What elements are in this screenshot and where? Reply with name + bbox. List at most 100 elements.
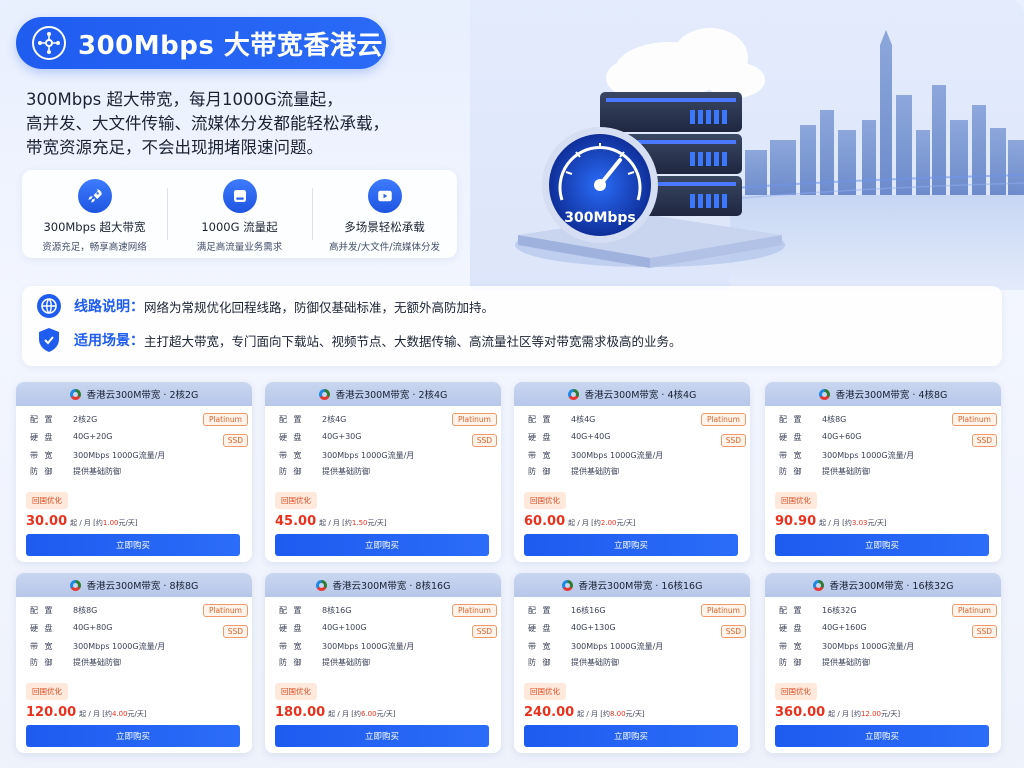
product-card: 香港云300M带宽 · 2核2G Platinum SSD 配 置 2核2G 硬 盘 40G… — [16, 382, 252, 562]
spec-label: 配 置 — [779, 415, 804, 424]
daily-suffix: 元/天] — [867, 519, 887, 527]
buy-button[interactable]: 立即购买 — [275, 534, 489, 556]
spec-label: 防 御 — [528, 658, 553, 667]
spec-label: 硬 盘 — [30, 624, 55, 633]
buy-button[interactable]: 立即购买 — [775, 534, 989, 556]
spec-value: 40G+40G — [571, 432, 611, 441]
spec-label: 配 置 — [779, 606, 804, 615]
product-card: 香港云300M带宽 · 8核16G Platinum SSD 配 置 8核16G 硬 盘 4… — [265, 573, 501, 753]
spec-label: 配 置 — [528, 415, 553, 424]
intro-line: 300Mbps 超大带宽，每月1000G流量起， — [26, 90, 343, 109]
spec-bandwidth: 带 宽 300Mbps 1000G流量/月 — [779, 450, 914, 461]
route-tag: 回国优化 — [524, 492, 566, 509]
spec-defense: 防 御 提供基础防御 — [30, 657, 121, 668]
spec-label: 配 置 — [279, 606, 304, 615]
spec-bandwidth: 带 宽 300Mbps 1000G流量/月 — [779, 641, 914, 652]
spec-value: 提供基础防御 — [571, 467, 619, 476]
spec-value: 提供基础防御 — [571, 658, 619, 667]
spec-label: 防 御 — [779, 658, 804, 667]
spec-label: 带 宽 — [279, 642, 304, 651]
page: 300Mbps 大带宽香港云 300Mbps 超大带宽，每月1000G流量起， … — [0, 0, 1024, 768]
price-value: 90.90 — [775, 514, 817, 529]
daily-suffix: 元/天] — [616, 519, 636, 527]
buy-button[interactable]: 立即购买 — [26, 725, 240, 747]
route-tag: 回国优化 — [775, 492, 817, 509]
spec-value: 16核32G — [822, 606, 857, 615]
daily-prefix: [约 — [851, 710, 861, 718]
spec-config: 配 置 8核8G — [30, 605, 97, 616]
product-name: 香港云300M带宽 · 4核8G — [835, 390, 948, 401]
info-panel: 线路说明： 网络为常规优化回程线路，防御仅基础标准，无额外高防加持。 适用场景：… — [22, 286, 1002, 366]
feature-subtitle: 满足高流量业务需求 — [196, 242, 283, 253]
rocket-icon — [77, 179, 112, 213]
ssd-badge: SSD — [222, 625, 248, 638]
spec-value: 4核4G — [571, 415, 596, 424]
product-card: 香港云300M带宽 · 4核8G Platinum SSD 配 置 4核8G 硬 盘 40G… — [765, 382, 1001, 562]
ssd-badge: SSD — [971, 625, 997, 638]
ssd-badge: SSD — [471, 434, 497, 447]
price-row: 120.00 起 / 月 [约4.00元/天] — [26, 705, 147, 720]
ssd-badge: SSD — [471, 625, 497, 638]
buy-button[interactable]: 立即购买 — [524, 534, 738, 556]
daily-value: 1.50 — [351, 519, 368, 527]
daily-price: [约4.00元/天] — [100, 709, 146, 719]
disk-icon — [222, 179, 257, 213]
spec-label: 带 宽 — [528, 451, 553, 460]
product-name: 香港云300M带宽 · 8核16G — [332, 581, 451, 592]
spec-value: 2核4G — [322, 415, 347, 424]
spec-disk: 硬 盘 40G+60G — [779, 432, 861, 443]
buy-button[interactable]: 立即购买 — [775, 725, 989, 747]
daily-value: 2.00 — [600, 519, 617, 527]
daily-prefix: [约 — [342, 519, 352, 527]
spec-bandwidth: 带 宽 300Mbps 1000G流量/月 — [279, 450, 414, 461]
buy-button[interactable]: 立即购买 — [275, 725, 489, 747]
spec-value: 40G+80G — [73, 623, 113, 632]
buy-button[interactable]: 立即购买 — [524, 725, 738, 747]
spec-value: 300Mbps 1000G流量/月 — [73, 642, 166, 651]
hero-illustration: 300Mbps — [470, 0, 1024, 290]
card-header: 香港云300M带宽 · 2核4G — [265, 382, 501, 406]
product-name: 香港云300M带宽 · 8核8G — [86, 581, 199, 592]
spec-label: 硬 盘 — [30, 433, 55, 442]
spec-label: 防 御 — [30, 467, 55, 476]
price-unit: 起 / 月 — [319, 519, 340, 527]
spec-config: 配 置 2核4G — [279, 414, 346, 425]
intro-text: 300Mbps 超大带宽，每月1000G流量起， 高并发、大文件传输、流媒体分发… — [26, 88, 446, 160]
daily-prefix: [约 — [842, 519, 852, 527]
scene-info-label: 适用场景： — [74, 333, 144, 349]
line-info-label: 线路说明： — [74, 299, 144, 315]
daily-prefix: [约 — [102, 710, 112, 718]
spec-value: 2核2G — [73, 415, 98, 424]
daily-suffix: 元/天] — [881, 710, 901, 718]
spec-disk: 硬 盘 40G+20G — [30, 432, 112, 443]
price-value: 30.00 — [26, 514, 68, 529]
card-header: 香港云300M带宽 · 16核32G — [765, 573, 1001, 597]
card-header: 香港云300M带宽 · 8核8G — [16, 573, 252, 597]
daily-suffix: 元/天] — [625, 710, 645, 718]
spec-label: 硬 盘 — [528, 433, 553, 442]
spec-disk: 硬 盘 40G+30G — [279, 432, 361, 443]
route-tag: 回国优化 — [26, 683, 68, 700]
buy-button[interactable]: 立即购买 — [26, 534, 240, 556]
brand-logo-icon — [69, 579, 81, 591]
spec-value: 300Mbps 1000G流量/月 — [322, 451, 415, 460]
price-value: 240.00 — [524, 705, 575, 720]
spec-label: 防 御 — [528, 467, 553, 476]
spec-label: 配 置 — [30, 415, 55, 424]
spec-label: 带 宽 — [779, 451, 804, 460]
daily-price: [约12.00元/天] — [849, 709, 900, 719]
page-title: 300Mbps 大带宽香港云 — [78, 30, 383, 61]
feature-subtitle: 高并发/大文件/流媒体分发 — [329, 242, 440, 253]
spec-value: 300Mbps 1000G流量/月 — [571, 642, 664, 651]
daily-price: [约3.03元/天] — [840, 518, 887, 528]
route-tag: 回国优化 — [775, 683, 817, 700]
spec-label: 配 置 — [528, 606, 553, 615]
product-name: 香港云300M带宽 · 16核16G — [578, 581, 703, 592]
spec-value: 4核8G — [822, 415, 847, 424]
price-unit: 起 / 月 — [70, 519, 91, 527]
spec-defense: 防 御 提供基础防御 — [279, 657, 370, 668]
spec-config: 配 置 4核8G — [779, 414, 846, 425]
spec-value: 16核16G — [571, 606, 606, 615]
card-header: 香港云300M带宽 · 4核4G — [514, 382, 750, 406]
price-row: 360.00 起 / 月 [约12.00元/天] — [775, 705, 900, 720]
